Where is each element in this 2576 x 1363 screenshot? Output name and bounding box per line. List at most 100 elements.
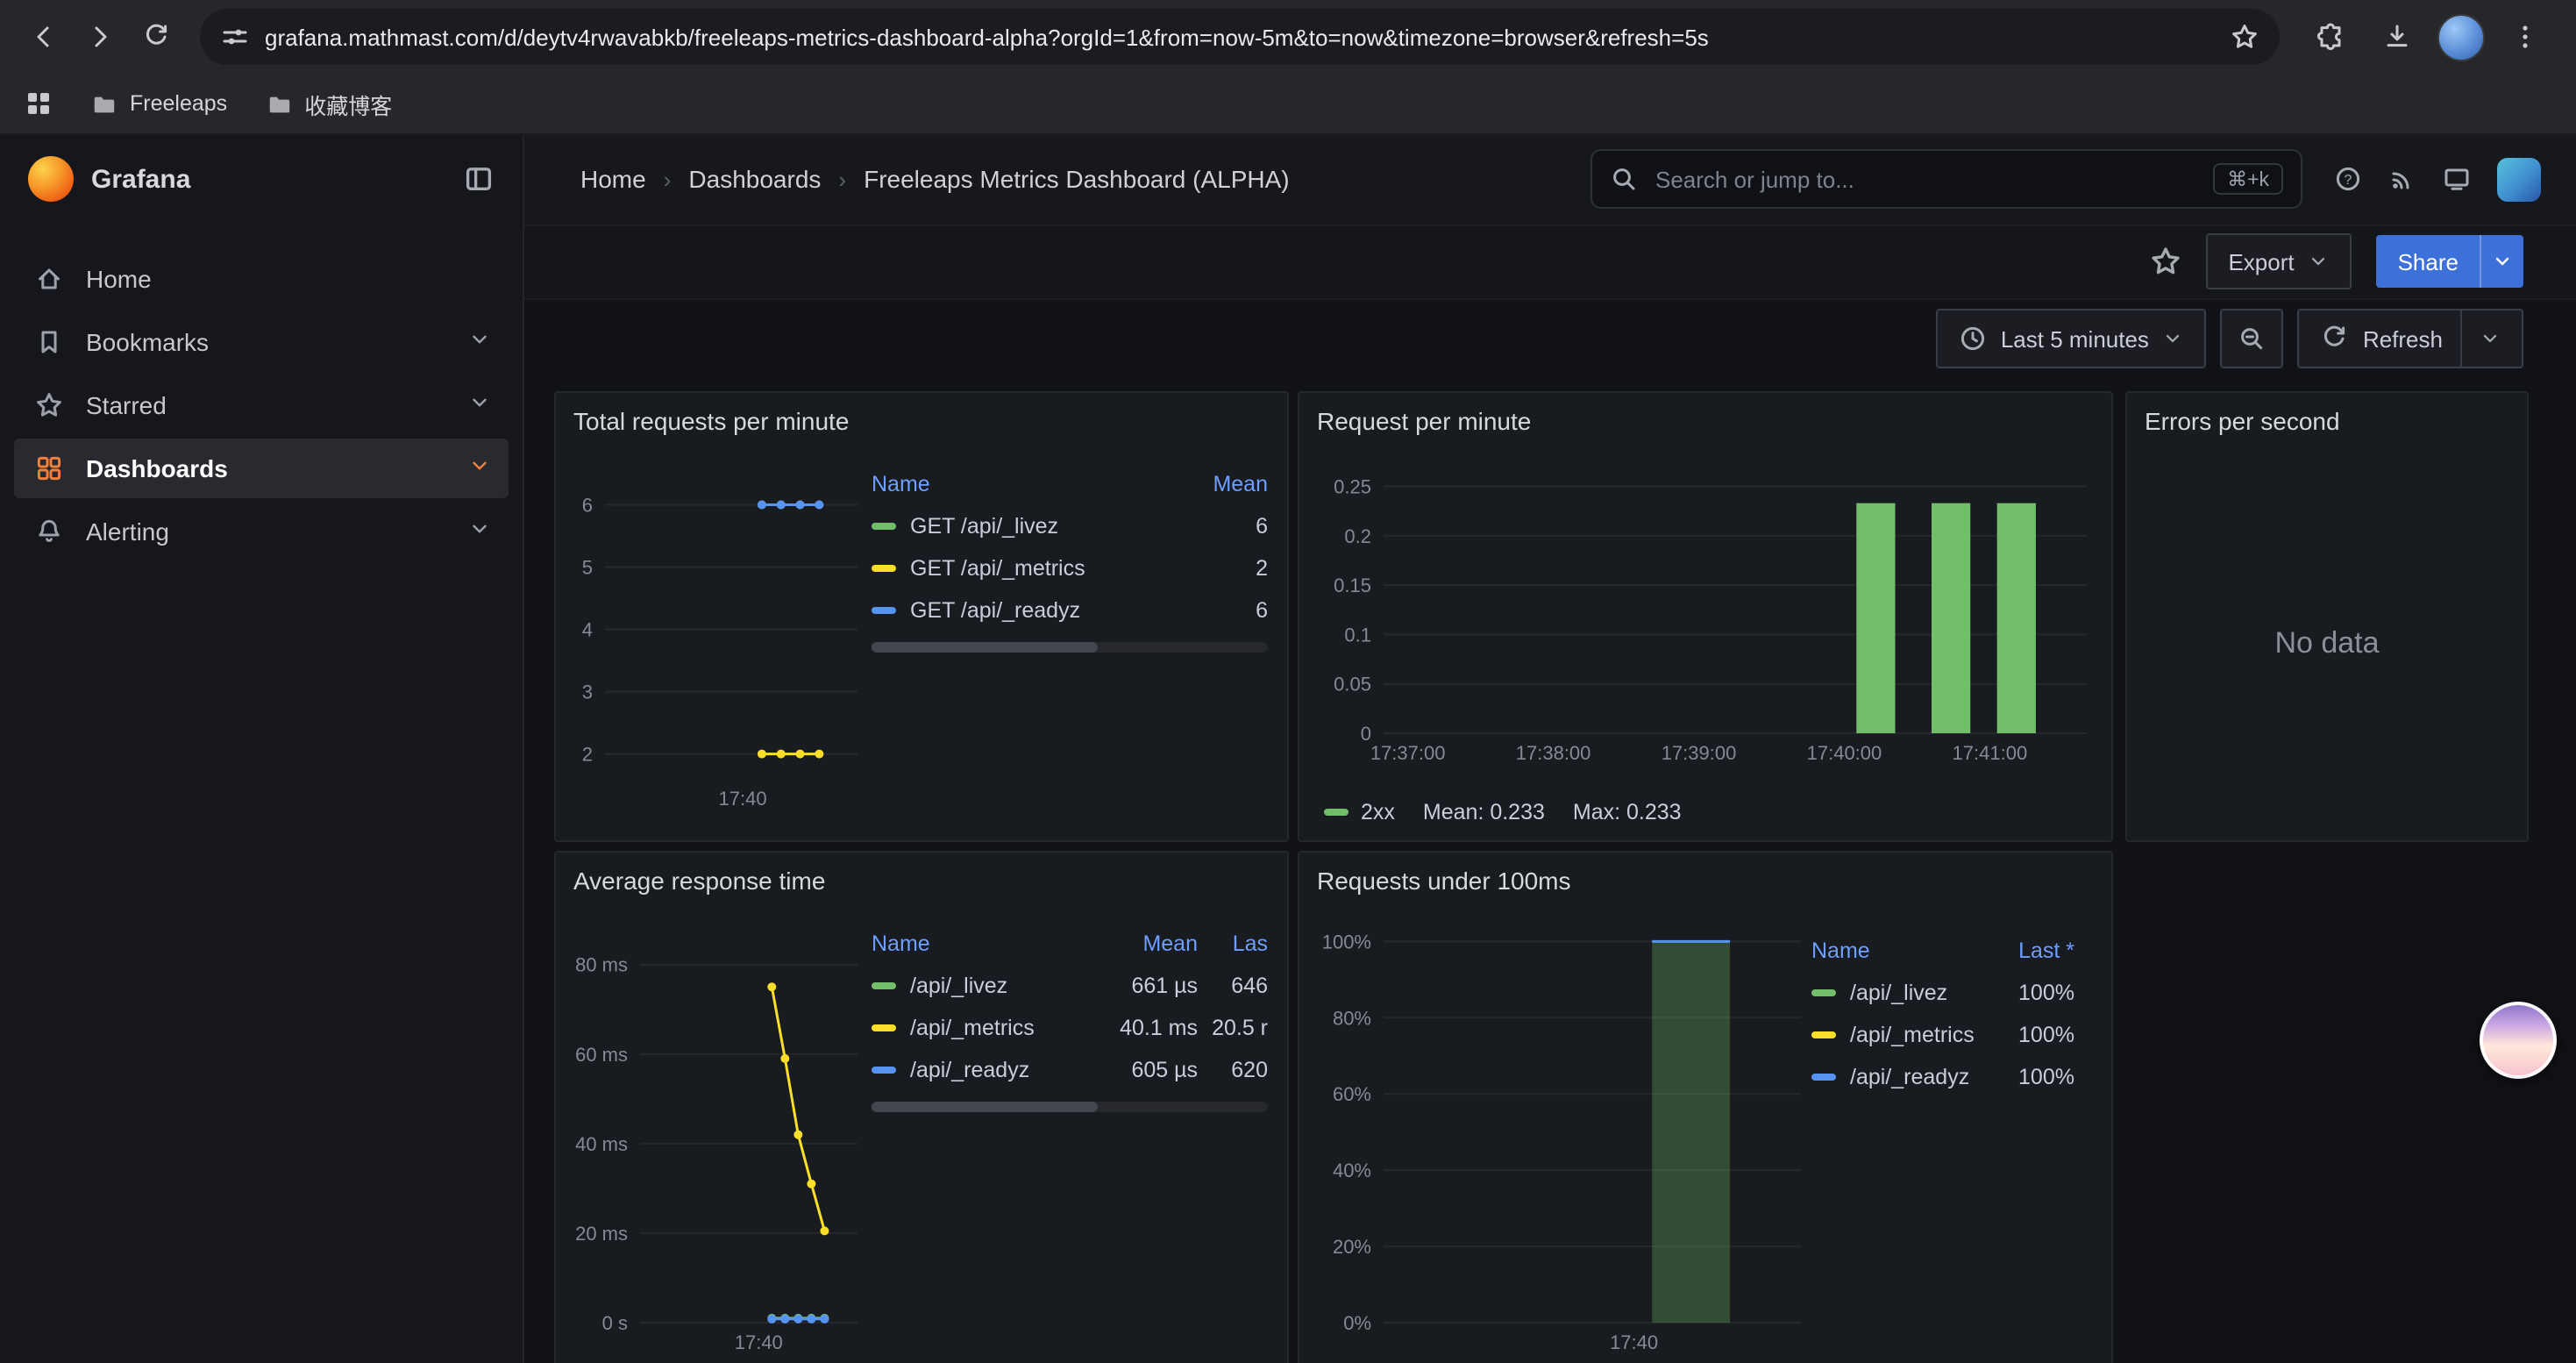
apps-grid-icon[interactable] [25, 89, 53, 118]
panel-errors-per-second[interactable]: Errors per second No data [2125, 391, 2529, 842]
site-info-icon[interactable] [221, 23, 249, 51]
panel-title[interactable]: Request per minute [1317, 407, 1531, 435]
svg-text:3: 3 [582, 682, 593, 703]
zoom-out-button[interactable] [2221, 309, 2284, 368]
legend-col[interactable]: 6 [1170, 514, 1268, 539]
legend-col[interactable]: 661 µs [1089, 974, 1198, 998]
legend-row[interactable]: /api/_readyz100% [1811, 1056, 2074, 1098]
legend-row[interactable]: /api/_metrics40.1 ms20.5 r [872, 1007, 1268, 1049]
legend-row[interactable]: /api/_metrics100% [1811, 1014, 2074, 1056]
legend-col[interactable]: 20.5 r [1198, 1016, 1268, 1040]
legend-col[interactable]: 40.1 ms [1089, 1016, 1198, 1040]
bookmark-folder-freeleaps[interactable]: Freeleaps [91, 90, 227, 117]
assistant-avatar-overlay[interactable] [2480, 1002, 2557, 1079]
legend-col[interactable]: 2 [1170, 556, 1268, 581]
bar-chart[interactable]: 0%20%40%60%80%100%17:40 [1313, 916, 1811, 1358]
news-rss-icon[interactable] [2388, 165, 2416, 193]
browser-menu-icon[interactable] [2499, 11, 2551, 63]
legend-row[interactable]: /api/_readyz605 µs620 [872, 1049, 1268, 1091]
svg-text:0%: 0% [1343, 1312, 1371, 1334]
legend-col[interactable]: 620 [1198, 1058, 1268, 1082]
legend-col: Name [872, 472, 1170, 496]
panel-title[interactable]: Requests under 100ms [1317, 867, 1571, 895]
legend-col[interactable]: Last * [1983, 938, 2074, 963]
svg-text:40 ms: 40 ms [575, 1133, 628, 1155]
favorite-dashboard-star-icon[interactable] [2149, 246, 2181, 277]
panel-total-requests-per-minute[interactable]: Total requests per minute 2345617:40 Nam… [554, 391, 1289, 842]
extensions-icon[interactable] [2304, 11, 2357, 63]
toolbar-right-icons [2297, 11, 2558, 63]
caret-down-icon [2163, 328, 2184, 349]
sidebar-item-bookmarks[interactable]: Bookmarks [14, 312, 509, 372]
legend-scrollbar[interactable] [872, 642, 1268, 653]
legend-col[interactable]: 100% [1983, 981, 2074, 1005]
export-button[interactable]: Export [2205, 233, 2352, 289]
series-swatch [872, 1024, 896, 1031]
legend-col[interactable]: 6 [1170, 598, 1268, 623]
timeseries-chart[interactable]: 2345617:40 [566, 463, 868, 814]
legend-col[interactable]: 100% [1983, 1065, 2074, 1089]
downloads-icon[interactable] [2371, 11, 2423, 63]
sidebar-item-starred[interactable]: Starred [14, 375, 509, 435]
legend-col[interactable]: 605 µs [1089, 1058, 1198, 1082]
bookmarks-bar: Freeleaps 收藏博客 [0, 74, 2576, 135]
panel-title[interactable]: Errors per second [2145, 407, 2340, 435]
share-dropdown-caret[interactable] [2480, 235, 2523, 288]
chevron-down-icon[interactable] [468, 328, 491, 356]
monitor-icon[interactable] [2443, 165, 2471, 193]
legend-inline: 2xx Mean: 0.233 Max: 0.233 [1324, 800, 1682, 824]
legend-row[interactable]: GET /api/_readyz6 [872, 589, 1268, 632]
svg-text:6: 6 [582, 495, 593, 517]
chevron-down-icon[interactable] [468, 517, 491, 546]
address-bar[interactable]: grafana.mathmast.com/d/deytv4rwavabkb/fr… [200, 9, 2280, 65]
refresh-button[interactable]: Refresh [2298, 309, 2523, 368]
legend-col[interactable]: Mean [1089, 931, 1198, 956]
back-button[interactable] [18, 11, 70, 63]
grafana-logo[interactable] [28, 156, 74, 202]
legend-col[interactable]: Las [1198, 931, 1268, 956]
main-area: Home › Dashboards › Freeleaps Metrics Da… [524, 133, 2576, 1363]
sidebar-item-dashboards[interactable]: Dashboards [14, 439, 509, 498]
chevron-down-icon[interactable] [468, 454, 491, 482]
user-profile-avatar[interactable] [2497, 157, 2541, 201]
legend-row[interactable]: /api/_livez661 µs646 [872, 965, 1268, 1007]
legend-row[interactable]: GET /api/_metrics2 [872, 547, 1268, 589]
sidebar: Grafana Home Bookmarks Starred [0, 133, 524, 1363]
refresh-interval-caret-icon[interactable] [2480, 328, 2501, 349]
legend-scrollbar[interactable] [872, 1102, 1268, 1112]
timeseries-chart[interactable]: 0 s20 ms40 ms60 ms80 ms17:40 [566, 923, 868, 1358]
no-data-message: No data [2127, 446, 2527, 840]
forward-button[interactable] [74, 11, 126, 63]
share-button[interactable]: Share [2377, 235, 2523, 288]
help-icon[interactable]: ? [2334, 165, 2362, 193]
breadcrumb-dashboards[interactable]: Dashboards [688, 165, 821, 193]
svg-text:60 ms: 60 ms [575, 1044, 628, 1066]
bookmark-folder-blogs[interactable]: 收藏博客 [266, 87, 392, 120]
sidebar-item-home[interactable]: Home [14, 249, 509, 309]
search-input[interactable] [1652, 164, 2199, 194]
panel-requests-under-100ms[interactable]: Requests under 100ms 0%20%40%60%80%100%1… [1298, 851, 2113, 1363]
legend-col[interactable]: 100% [1983, 1023, 2074, 1047]
url-text[interactable]: grafana.mathmast.com/d/deytv4rwavabkb/fr… [265, 24, 2215, 50]
svg-text:2: 2 [582, 744, 593, 766]
browser-profile-avatar[interactable] [2437, 13, 2485, 61]
svg-text:17:40:00: 17:40:00 [1807, 742, 1882, 764]
collapse-sidebar-icon[interactable] [463, 163, 495, 195]
search-box[interactable]: ⌘+k [1590, 149, 2302, 209]
panel-average-response-time[interactable]: Average response time 0 s20 ms40 ms60 ms… [554, 851, 1289, 1363]
sidebar-item-alerting[interactable]: Alerting [14, 502, 509, 561]
bar-chart[interactable]: 00.050.10.150.20.2517:37:0017:38:0017:39… [1313, 456, 2097, 768]
panel-request-per-minute[interactable]: Request per minute 00.050.10.150.20.2517… [1298, 391, 2113, 842]
legend-item-2xx[interactable]: 2xx [1324, 800, 1395, 824]
legend-row[interactable]: GET /api/_livez6 [872, 505, 1268, 547]
time-range-picker[interactable]: Last 5 minutes [1936, 309, 2207, 368]
reload-button[interactable] [130, 11, 182, 63]
bookmark-star-icon[interactable] [2231, 23, 2259, 51]
legend-col[interactable]: 646 [1198, 974, 1268, 998]
legend-col[interactable]: Mean [1170, 472, 1268, 496]
legend-row[interactable]: /api/_livez100% [1811, 972, 2074, 1014]
panel-title[interactable]: Average response time [573, 867, 825, 895]
chevron-down-icon[interactable] [468, 391, 491, 419]
breadcrumb-home[interactable]: Home [580, 165, 646, 193]
panel-title[interactable]: Total requests per minute [573, 407, 849, 435]
